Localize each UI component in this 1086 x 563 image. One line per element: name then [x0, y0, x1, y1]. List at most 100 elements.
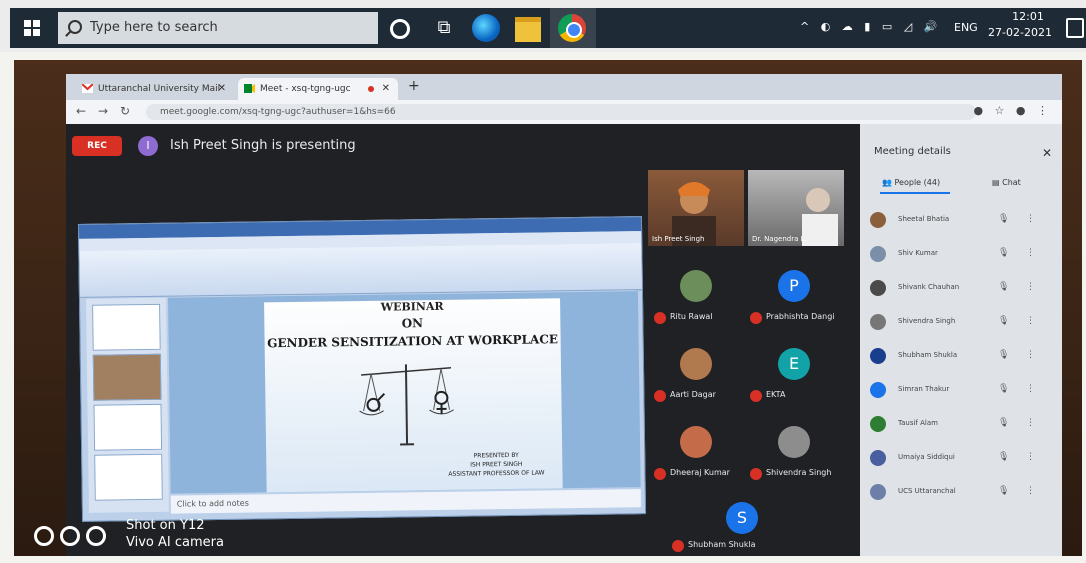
participant-avatar	[870, 212, 886, 228]
participant-avatar	[870, 416, 886, 432]
shared-presentation-window[interactable]: WEBINAR ON GENDER SENSITIZATION AT WORKP…	[77, 216, 647, 522]
tab-meet[interactable]: Meet - xsq-tgng-ugc ✕	[238, 78, 398, 100]
muted-mic-icon[interactable]: 🎙	[998, 350, 1009, 360]
close-icon[interactable]: ✕	[1042, 146, 1052, 160]
muted-mic-icon[interactable]: 🎙	[998, 316, 1009, 326]
close-icon[interactable]: ✕	[218, 78, 226, 100]
taskbar-search-box[interactable]: Type here to search	[58, 12, 378, 44]
video-tile[interactable]: Ish Preet Singh	[648, 170, 744, 246]
clock-time[interactable]: 12:01	[1000, 10, 1056, 23]
more-options-icon[interactable]: ⋮	[1026, 248, 1035, 258]
more-options-icon[interactable]: ⋮	[1026, 350, 1035, 360]
notification-center-icon[interactable]	[1066, 18, 1084, 38]
more-options-icon[interactable]: ⋮	[1026, 316, 1035, 326]
chrome-icon[interactable]	[558, 14, 586, 42]
participant-row-name: Simran Thakur	[898, 385, 950, 393]
reload-icon[interactable]: ↻	[120, 104, 130, 118]
tab-people[interactable]: 👥 People (44)	[882, 178, 940, 187]
file-explorer-icon[interactable]	[515, 17, 541, 42]
participant-name: Shivendra Singh	[766, 468, 832, 477]
windows-taskbar: Type here to search ⧉ ^ ◐ ☁ ▮ ▭ ◿ 🔊 ENG …	[0, 0, 1086, 52]
participant-row-name: UCS Uttaranchal	[898, 487, 956, 495]
participant-avatar: E	[778, 348, 810, 380]
task-view-icon[interactable]: ⧉	[430, 14, 458, 42]
muted-mic-icon[interactable]: 🎙	[998, 214, 1009, 224]
slide-thumbnail	[94, 453, 163, 501]
chat-icon: ▤	[992, 178, 1000, 187]
muted-mic-icon[interactable]: 🎙	[998, 384, 1009, 394]
video-tile[interactable]: Dr. Nagendra L.	[748, 170, 844, 246]
muted-mic-icon[interactable]: 🎙	[998, 486, 1009, 496]
participant-avatar	[778, 426, 810, 458]
muted-mic-icon	[750, 312, 762, 324]
search-icon	[68, 20, 82, 34]
scales-of-justice-icon	[359, 364, 454, 446]
taskbar-bar: Type here to search ⧉ ^ ◐ ☁ ▮ ▭ ◿ 🔊 ENG …	[10, 8, 1086, 48]
video-tile-name: Dr. Nagendra L.	[752, 235, 807, 243]
watermark-line-1: Shot on Y12	[126, 518, 205, 533]
participant-row[interactable]: Simran Thakur 🎙 ⋮	[870, 376, 1050, 406]
forward-icon[interactable]: →	[98, 104, 108, 118]
system-tray-icons[interactable]: ^ ◐ ☁ ▮ ▭ ◿ 🔊	[800, 20, 941, 33]
more-options-icon[interactable]: ⋮	[1026, 486, 1035, 496]
more-options-icon[interactable]: ⋮	[1026, 452, 1035, 462]
participant-avatar	[870, 484, 886, 500]
panel-title: Meeting details	[874, 146, 951, 157]
active-tab-indicator	[880, 192, 950, 194]
language-indicator[interactable]: ENG	[954, 21, 978, 34]
more-options-icon[interactable]: ⋮	[1026, 384, 1035, 394]
participant-name: Ritu Rawal	[670, 312, 713, 321]
muted-mic-icon	[654, 312, 666, 324]
participant-name: EKTA	[766, 390, 786, 399]
tab-chat[interactable]: ▤ Chat	[992, 178, 1021, 187]
participant-name: Shubham Shukla	[688, 540, 756, 549]
notes-field[interactable]: Click to add notes	[170, 489, 641, 514]
back-icon[interactable]: ←	[76, 104, 86, 118]
browser-toolbar-icons[interactable]: ● ☆ ● ⋮	[973, 104, 1052, 117]
video-tile-name: Ish Preet Singh	[652, 235, 705, 243]
close-icon[interactable]: ✕	[382, 78, 390, 100]
muted-mic-icon[interactable]: 🎙	[998, 452, 1009, 462]
participant-name: Aarti Dagar	[670, 390, 716, 399]
participant-row[interactable]: Shubham Shukla 🎙 ⋮	[870, 342, 1050, 372]
muted-mic-icon[interactable]: 🎙	[998, 282, 1009, 292]
participant-avatar	[870, 348, 886, 364]
participant-row-name: Shivendra Singh	[898, 317, 956, 325]
current-slide: WEBINAR ON GENDER SENSITIZATION AT WORKP…	[264, 298, 563, 493]
clock-date[interactable]: 27-02-2021	[985, 26, 1055, 39]
muted-mic-icon	[672, 540, 684, 552]
windows-start-icon[interactable]	[24, 20, 40, 36]
participant-row[interactable]: Sheetal Bhatia 🎙 ⋮	[870, 206, 1050, 236]
cortana-icon[interactable]	[390, 19, 410, 39]
muted-mic-icon[interactable]: 🎙	[998, 248, 1009, 258]
edge-browser-icon[interactable]	[472, 14, 500, 42]
participant-row-name: Shivank Chauhan	[898, 283, 960, 291]
participant-avatar	[870, 382, 886, 398]
slide-line-webinar: WEBINAR	[380, 299, 444, 314]
more-options-icon[interactable]: ⋮	[1026, 282, 1035, 292]
participant-avatar	[870, 280, 886, 296]
more-options-icon[interactable]: ⋮	[1026, 214, 1035, 224]
participant-row[interactable]: Shiv Kumar 🎙 ⋮	[870, 240, 1050, 270]
participant-avatar	[680, 348, 712, 380]
participant-row[interactable]: Shivendra Singh 🎙 ⋮	[870, 308, 1050, 338]
participant-avatar	[870, 450, 886, 466]
participant-row-name: Sheetal Bhatia	[898, 215, 950, 223]
participant-avatar	[870, 314, 886, 330]
tab-people-label: People (44)	[894, 178, 941, 187]
participant-row-name: Shubham Shukla	[898, 351, 958, 359]
url-field[interactable]: meet.google.com/xsq-tgng-ugc?authuser=1&…	[146, 104, 976, 120]
participant-row[interactable]: UCS Uttaranchal 🎙 ⋮	[870, 478, 1050, 508]
more-options-icon[interactable]: ⋮	[1026, 418, 1035, 428]
tab-mail[interactable]: Uttaranchal University Mail ✕	[76, 78, 234, 100]
tab-mail-label: Uttaranchal University Mail	[98, 84, 221, 94]
monitor-photo: Uttaranchal University Mail ✕ Meet - xsq…	[0, 52, 1086, 563]
new-tab-icon[interactable]: +	[408, 78, 420, 94]
participant-row[interactable]: Tausif Alam 🎙 ⋮	[870, 410, 1050, 440]
participant-row[interactable]: Shivank Chauhan 🎙 ⋮	[870, 274, 1050, 304]
recording-dot-icon	[368, 86, 374, 92]
meeting-details-panel: Meeting details ✕ 👥 People (44) ▤ Chat S…	[860, 124, 1062, 556]
muted-mic-icon[interactable]: 🎙	[998, 418, 1009, 428]
participant-row[interactable]: Umaiya Siddiqui 🎙 ⋮	[870, 444, 1050, 474]
slide-editing-area: WEBINAR ON GENDER SENSITIZATION AT WORKP…	[167, 291, 641, 494]
